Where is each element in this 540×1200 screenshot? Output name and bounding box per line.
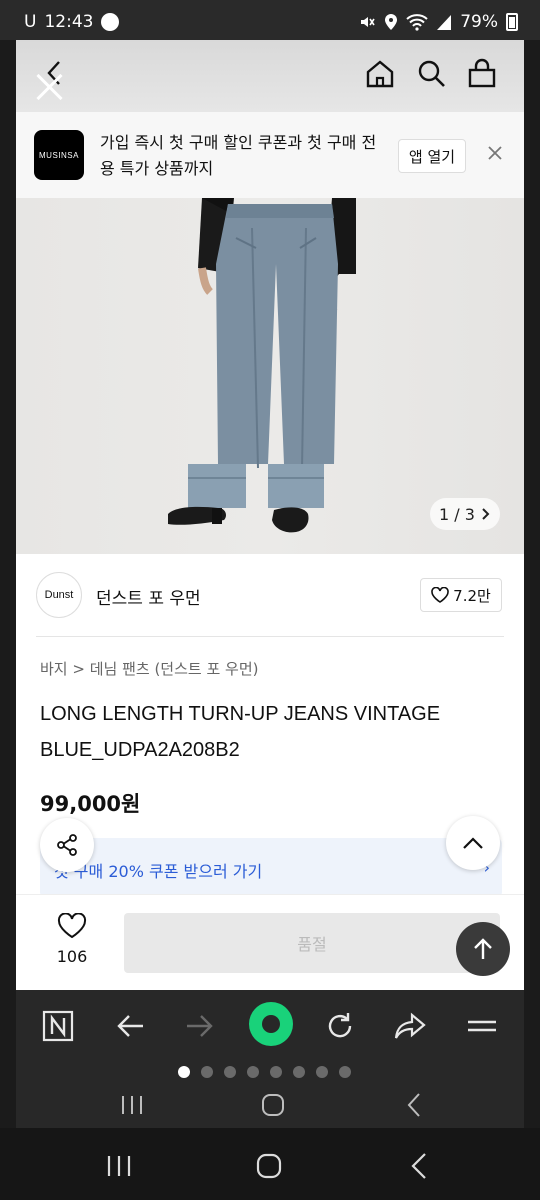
- status-bar: U 12:43 79%: [0, 0, 540, 40]
- arrow-up-icon: [474, 938, 492, 959]
- heart-icon: [431, 587, 449, 603]
- top-nav-bar: [16, 40, 524, 112]
- coupon-banner[interactable]: 첫 구매 20% 쿠폰 받으러 가기 ›: [40, 838, 502, 898]
- scroll-to-top-button[interactable]: [456, 922, 510, 976]
- brand-logo[interactable]: Dunst: [36, 572, 82, 618]
- battery-percent: 79%: [460, 12, 498, 32]
- mute-icon: [361, 17, 375, 27]
- open-app-button[interactable]: 앱 열기: [398, 139, 466, 173]
- page-dot: [224, 1066, 236, 1078]
- product-price: 99,000원: [40, 792, 141, 816]
- menu-icon[interactable]: [462, 1008, 502, 1044]
- back-arrow-icon[interactable]: [110, 1008, 150, 1044]
- chat-notification-icon: [101, 13, 120, 31]
- page-dot: [247, 1066, 259, 1078]
- battery-icon: [506, 13, 518, 31]
- page-dot: [178, 1066, 190, 1078]
- collapse-button[interactable]: [446, 816, 500, 870]
- system-back-icon[interactable]: [410, 1152, 428, 1180]
- divider: [36, 636, 504, 637]
- banner-close-icon[interactable]: [486, 144, 504, 162]
- purchase-bar: 106 품절: [16, 894, 524, 990]
- shopping-bag-icon[interactable]: [466, 58, 498, 94]
- system-back-icon[interactable]: [406, 1092, 422, 1118]
- wishlist-button[interactable]: 106: [44, 912, 100, 966]
- image-counter-text: 1 / 3: [439, 504, 475, 524]
- phone-screen: MUSINSA 가입 즉시 첫 구매 할인 쿠폰과 첫 구매 전용 특가 상품까…: [16, 40, 524, 1128]
- close-icon[interactable]: [32, 70, 66, 104]
- wishlist-count: 106: [56, 947, 88, 966]
- page-dot: [339, 1066, 351, 1078]
- clock: 12:43: [44, 12, 94, 32]
- home-icon-center: [262, 1015, 280, 1033]
- heart-icon: [57, 912, 87, 939]
- system-home-icon[interactable]: [256, 1153, 282, 1179]
- page-dot: [293, 1066, 305, 1078]
- recent-apps-icon[interactable]: [120, 1094, 144, 1116]
- product-title: LONG LENGTH TURN-UP JEANS VINTAGE BLUE_U…: [40, 703, 441, 761]
- sold-out-button[interactable]: 품절: [124, 913, 500, 973]
- share-icon: [57, 834, 77, 856]
- page-dot: [201, 1066, 213, 1078]
- home-icon[interactable]: [364, 58, 396, 94]
- recent-apps-icon[interactable]: [106, 1154, 132, 1178]
- forward-arrow-icon[interactable]: [180, 1008, 220, 1044]
- chevron-up-icon: [463, 837, 483, 849]
- page-dot: [316, 1066, 328, 1078]
- refresh-icon[interactable]: [320, 1008, 360, 1044]
- product-image[interactable]: 1 / 3: [16, 198, 524, 554]
- musinsa-logo: MUSINSA: [34, 130, 84, 180]
- system-home-icon[interactable]: [261, 1093, 285, 1117]
- page-dot: [270, 1066, 282, 1078]
- signal-icon: [437, 15, 452, 30]
- brand-name[interactable]: 던스트 포 우먼: [96, 584, 201, 609]
- search-icon[interactable]: [416, 58, 448, 94]
- app-promo-banner: MUSINSA 가입 즉시 첫 구매 할인 쿠폰과 첫 구매 전용 특가 상품까…: [16, 112, 524, 198]
- brand-like-count: 7.2만: [453, 586, 491, 605]
- browser-toolbar: [16, 990, 524, 1128]
- share-icon[interactable]: [390, 1008, 430, 1044]
- brand-like-button[interactable]: 7.2만: [420, 578, 502, 612]
- chevron-right-icon: [482, 508, 490, 520]
- image-counter[interactable]: 1 / 3: [430, 498, 500, 530]
- page-indicator: [178, 1066, 351, 1078]
- carrier-label: U: [24, 12, 37, 32]
- system-nav-bar: [0, 1128, 540, 1200]
- n-icon[interactable]: [38, 1008, 78, 1044]
- home-icon[interactable]: [249, 1002, 293, 1046]
- inner-system-nav: [16, 1086, 524, 1126]
- brand-row: Dunst 던스트 포 우먼 7.2만: [16, 554, 524, 636]
- wifi-icon: [406, 14, 428, 31]
- share-button[interactable]: [40, 818, 94, 872]
- breadcrumb[interactable]: 바지 > 데님 팬츠 (던스트 포 우먼): [40, 658, 258, 679]
- banner-message: 가입 즉시 첫 구매 할인 쿠폰과 첫 구매 전용 특가 상품까지: [100, 133, 377, 178]
- location-icon: [385, 14, 398, 30]
